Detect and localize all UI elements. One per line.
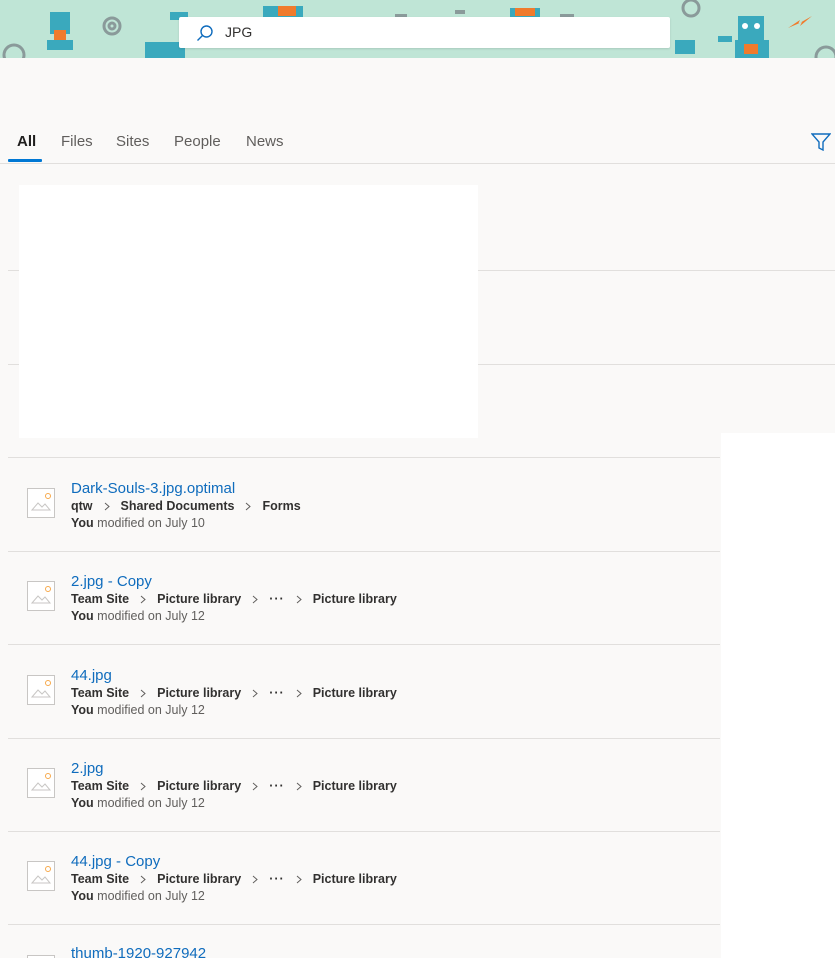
modified-info: You modified on July 12 [71,889,205,903]
breadcrumb-item[interactable]: Picture library [313,872,397,886]
chevron-right-icon [104,502,110,510]
modified-by: You [71,516,94,530]
image-file-icon [27,768,55,798]
breadcrumb-item[interactable]: Team Site [71,592,129,606]
chevron-right-icon [296,875,302,883]
modified-by: You [71,609,94,623]
modified-date: modified on July 12 [97,889,205,903]
chevron-right-icon [140,689,146,697]
list-item: Dark-Souls-3.jpg.optimal qtw Shared Docu… [8,458,720,552]
search-box[interactable] [179,17,670,48]
side-panel [721,433,835,958]
lightning-icon [788,16,812,28]
result-title[interactable]: 2.jpg - Copy [71,573,152,590]
modified-date: modified on July 12 [97,796,205,810]
breadcrumb-item[interactable]: Forms [262,499,300,513]
modified-info: You modified on July 12 [71,703,205,717]
tab-all[interactable]: All [17,133,36,150]
image-file-icon [27,488,55,518]
modified-by: You [71,796,94,810]
breadcrumb-item[interactable]: Team Site [71,779,129,793]
breadcrumb-item[interactable]: Picture library [157,592,241,606]
modified-info: You modified on July 10 [71,516,205,530]
chevron-right-icon [140,782,146,790]
tab-news[interactable]: News [246,133,284,150]
breadcrumb-overflow-button[interactable]: ··· [269,872,285,886]
chevron-right-icon [140,875,146,883]
breadcrumb-item[interactable]: Shared Documents [121,499,235,513]
search-tabs: All Files Sites People News [0,121,835,164]
modified-date: modified on July 10 [97,516,205,530]
breadcrumb-item[interactable]: qtw [71,499,93,513]
chevron-right-icon [246,502,252,510]
breadcrumb-overflow-button[interactable]: ··· [269,779,285,793]
modified-by: You [71,703,94,717]
tab-files[interactable]: Files [61,133,93,150]
chevron-right-icon [140,595,146,603]
modified-info: You modified on July 12 [71,609,205,623]
list-item: 2.jpg - Copy Team Site Picture library ·… [8,551,720,645]
search-input[interactable] [225,22,645,42]
breadcrumb-item[interactable]: Picture library [313,779,397,793]
breadcrumb-item[interactable]: Picture library [157,872,241,886]
list-item: 44.jpg Team Site Picture library ··· Pic… [8,645,720,739]
chevron-right-icon [296,595,302,603]
list-item: 44.jpg - Copy Team Site Picture library … [8,831,720,925]
result-title[interactable]: 2.jpg [71,760,104,777]
breadcrumb: qtw Shared Documents Forms [71,499,301,513]
chevron-right-icon [252,782,258,790]
chevron-right-icon [252,689,258,697]
filter-icon[interactable] [811,133,831,151]
breadcrumb-overflow-button[interactable]: ··· [269,686,285,700]
breadcrumb: Team Site Picture library ··· Picture li… [71,686,397,700]
breadcrumb-item[interactable]: Team Site [71,686,129,700]
result-title[interactable]: 44.jpg - Copy [71,853,160,870]
overlay-card [19,185,478,438]
breadcrumb-item[interactable]: Team Site [71,872,129,886]
modified-date: modified on July 12 [97,703,205,717]
image-file-icon [27,861,55,891]
image-file-icon [27,675,55,705]
list-item: 2.jpg Team Site Picture library ··· Pict… [8,738,720,832]
breadcrumb-item[interactable]: Picture library [313,686,397,700]
list-item: thumb-1920-927942 [8,925,720,958]
chevron-right-icon [296,689,302,697]
breadcrumb-item[interactable]: Picture library [313,592,397,606]
breadcrumb-item[interactable]: Picture library [157,686,241,700]
chevron-right-icon [252,595,258,603]
breadcrumb: Team Site Picture library ··· Picture li… [71,872,397,886]
breadcrumb: Team Site Picture library ··· Picture li… [71,592,397,606]
chevron-right-icon [252,875,258,883]
result-title[interactable]: Dark-Souls-3.jpg.optimal [71,480,235,497]
result-title[interactable]: 44.jpg [71,667,112,684]
modified-info: You modified on July 12 [71,796,205,810]
search-icon [197,25,213,41]
modified-date: modified on July 12 [97,609,205,623]
tab-people[interactable]: People [174,133,221,150]
chevron-right-icon [296,782,302,790]
result-title[interactable]: thumb-1920-927942 [71,945,206,958]
modified-by: You [71,889,94,903]
header-banner [0,0,835,58]
active-tab-indicator [8,159,42,162]
breadcrumb-overflow-button[interactable]: ··· [269,592,285,606]
breadcrumb: Team Site Picture library ··· Picture li… [71,779,397,793]
breadcrumb-item[interactable]: Picture library [157,779,241,793]
image-file-icon [27,581,55,611]
tab-sites[interactable]: Sites [116,133,149,150]
